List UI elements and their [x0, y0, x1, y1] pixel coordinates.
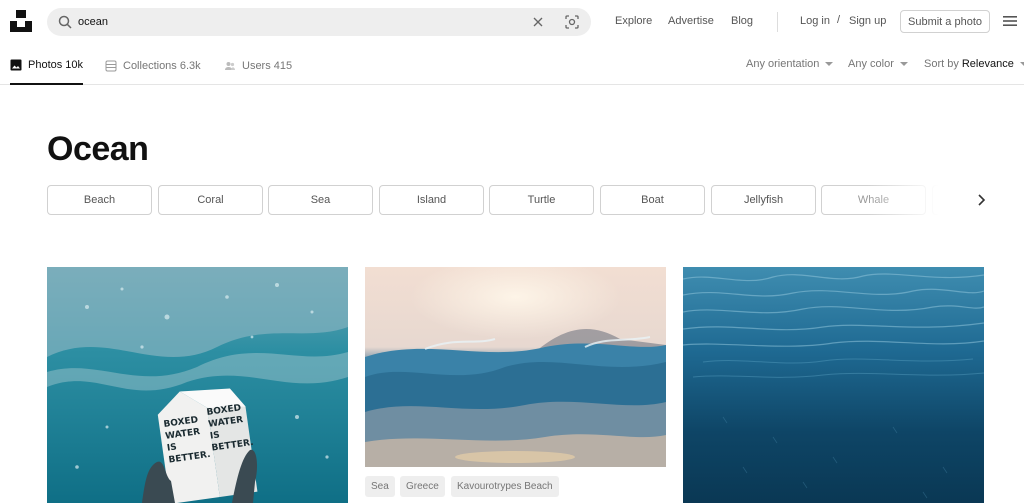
login-link[interactable]: Log in — [800, 15, 830, 27]
image-icon — [10, 59, 22, 70]
signup-link[interactable]: Sign up — [849, 15, 886, 27]
tab-users-label: Users 415 — [242, 59, 293, 72]
blog-link[interactable]: Blog — [731, 15, 753, 27]
tab-collections[interactable]: Collections 6.3k — [105, 46, 201, 85]
search-tabs: Photos 10k Collections 6.3k Users 415 An… — [0, 46, 1024, 85]
close-icon[interactable] — [531, 15, 545, 29]
users-icon — [225, 61, 235, 70]
orientation-filter-label: Any orientation — [746, 58, 820, 70]
color-filter-label: Any color — [848, 58, 894, 70]
related-chip[interactable]: Beach — [47, 185, 152, 215]
explore-link[interactable]: Explore — [615, 15, 652, 27]
photo-underwater[interactable] — [683, 267, 984, 503]
related-chip[interactable]: Coral — [158, 185, 263, 215]
tab-collections-label: Collections 6.3k — [123, 59, 201, 72]
related-searches: Beach Coral Sea Island Turtle Boat Jelly… — [47, 185, 987, 215]
chevron-down-icon — [899, 62, 908, 66]
collections-icon — [105, 60, 117, 71]
chevron-down-icon — [825, 62, 834, 66]
chevron-down-icon — [1019, 62, 1024, 66]
tab-photos-label: Photos 10k — [28, 58, 84, 71]
visual-search-icon[interactable] — [564, 14, 580, 30]
related-chip[interactable]: Turtle — [489, 185, 594, 215]
photo-tag[interactable]: Sea — [365, 476, 395, 497]
photo-sunset-waves[interactable] — [365, 267, 666, 467]
orientation-filter[interactable]: Any orientation — [746, 58, 834, 70]
sort-value: Relevance — [961, 58, 1014, 70]
unsplash-logo[interactable] — [10, 10, 32, 32]
search-bar — [47, 8, 591, 36]
related-chip[interactable]: Island — [379, 185, 484, 215]
photo-tag[interactable]: Kavourotrypes Beach — [451, 476, 559, 497]
photo-tag[interactable]: Greece — [400, 476, 445, 497]
carton-text: IS — [166, 442, 177, 453]
sort-prefix: Sort by — [924, 58, 959, 70]
sort-filter[interactable]: Sort by Relevance — [924, 58, 1024, 70]
chips-fade — [867, 185, 987, 215]
search-input[interactable] — [78, 12, 518, 32]
nav-separator: / — [837, 14, 841, 26]
submit-photo-button[interactable]: Submit a photo — [900, 10, 990, 33]
top-nav: Explore Advertise Blog Log in / Sign up … — [0, 0, 1024, 43]
chevron-right-icon[interactable] — [974, 193, 988, 207]
nav-divider — [777, 12, 778, 32]
carton-text: IS — [209, 430, 220, 441]
page-title: Ocean — [47, 130, 149, 168]
photo-boxed-water[interactable]: BOXED WATER IS BETTER. BOXED WATER IS BE… — [47, 267, 348, 503]
hamburger-menu-icon[interactable] — [1003, 14, 1017, 28]
related-chip[interactable]: Boat — [600, 185, 705, 215]
related-chip[interactable]: Sea — [268, 185, 373, 215]
advertise-link[interactable]: Advertise — [668, 15, 714, 27]
search-icon[interactable] — [57, 14, 73, 30]
tab-photos[interactable]: Photos 10k — [10, 46, 84, 85]
color-filter[interactable]: Any color — [848, 58, 908, 70]
related-chip[interactable]: Jellyfish — [711, 185, 816, 215]
tab-users[interactable]: Users 415 — [224, 46, 292, 85]
